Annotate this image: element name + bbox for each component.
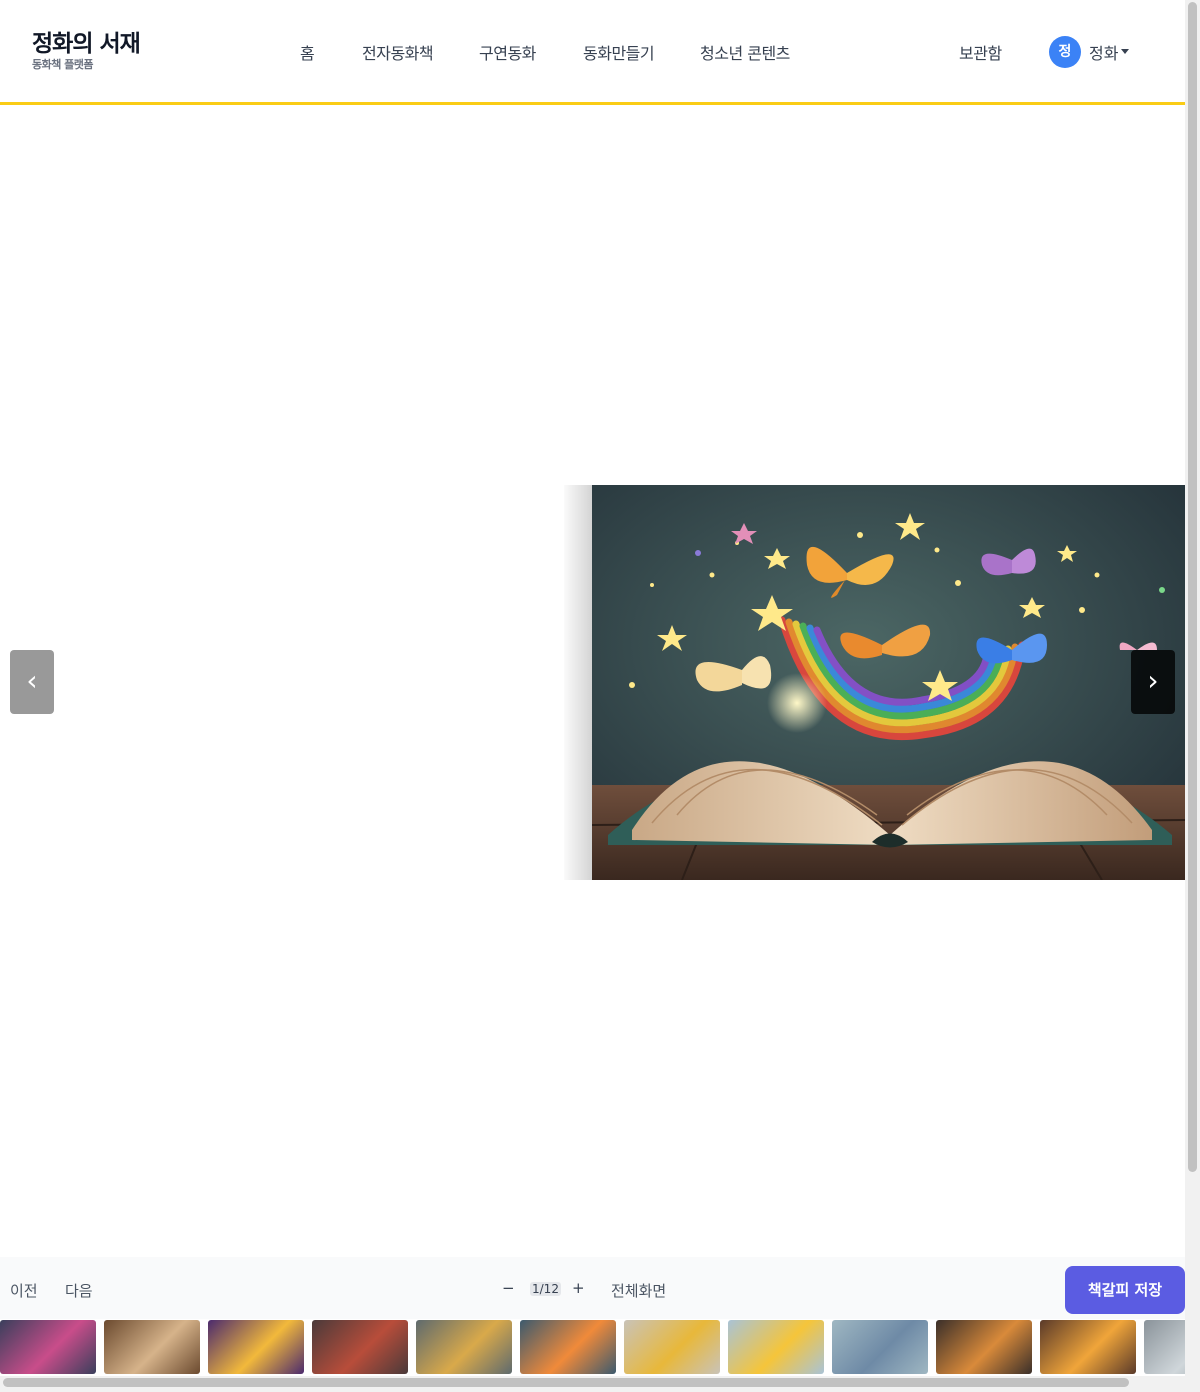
nav-create-story[interactable]: 동화만들기 <box>583 40 655 64</box>
top-header: 정화의 서재 동화책 플랫폼 홈 전자동화책 구연동화 동화만들기 청소년 콘텐… <box>0 0 1185 105</box>
save-bookmark-button[interactable]: 책갈피 저장 <box>1065 1266 1185 1314</box>
open-book-illustration <box>592 485 1185 880</box>
nav-ebooks[interactable]: 전자동화책 <box>362 40 434 64</box>
thumbnail-open-book-pages[interactable] <box>104 1320 200 1374</box>
prev-button[interactable]: 이전 <box>10 1280 38 1301</box>
thumbnail-cartoon-ball-rainbow[interactable] <box>520 1320 616 1374</box>
site-subtitle: 동화책 플랫폼 <box>32 58 94 71</box>
viewer-toolbar: 이전 다음 − 1/12 + 전체화면 책갈피 저장 <box>0 1257 1185 1319</box>
book-page-image <box>592 485 1185 880</box>
thumbnail-golden-heart-books[interactable] <box>416 1320 512 1374</box>
thumbnail-girl-reading[interactable] <box>832 1320 928 1374</box>
thumbnail-person-partial[interactable] <box>1144 1320 1185 1374</box>
thumbnail-character-on-books[interactable] <box>624 1320 720 1374</box>
thumbnail-strip <box>0 1319 1185 1375</box>
fullscreen-button[interactable]: 전체화면 <box>611 1280 666 1301</box>
page-counter: 1/12 <box>530 1282 561 1296</box>
book-viewer: ‹ › <box>0 105 1185 1255</box>
next-page-arrow[interactable]: › <box>1131 650 1175 714</box>
zoom-in-button[interactable]: + <box>572 1279 585 1297</box>
thumbnail-smiling-pencil-character[interactable] <box>728 1320 824 1374</box>
thumbnail-teacher-portrait[interactable] <box>1040 1320 1136 1374</box>
thumbnail-woman-writing[interactable] <box>936 1320 1032 1374</box>
zoom-out-button[interactable]: − <box>502 1279 515 1297</box>
nav-storytelling[interactable]: 구연동화 <box>479 40 536 64</box>
thumbnail-rainbow-book[interactable] <box>208 1320 304 1374</box>
caret-down-icon[interactable] <box>1121 49 1129 54</box>
horizontal-scrollbar-thumb[interactable] <box>3 1378 1129 1387</box>
nav-home[interactable]: 홈 <box>300 40 315 64</box>
thumbnail-glowing-book-butterflies[interactable] <box>0 1320 96 1374</box>
user-avatar[interactable]: 정 <box>1049 36 1081 68</box>
next-button[interactable]: 다음 <box>65 1280 93 1301</box>
vertical-scrollbar-thumb[interactable] <box>1188 2 1197 1172</box>
nav-youth-content[interactable]: 청소년 콘텐츠 <box>700 40 790 64</box>
page-spine-shadow <box>564 485 594 880</box>
thumbnail-book-stack[interactable] <box>312 1320 408 1374</box>
site-logo-title[interactable]: 정화의 서재 <box>32 24 141 58</box>
prev-page-arrow[interactable]: ‹ <box>10 650 54 714</box>
user-menu-name[interactable]: 정화 <box>1089 40 1118 64</box>
nav-archive[interactable]: 보관함 <box>959 40 1002 64</box>
